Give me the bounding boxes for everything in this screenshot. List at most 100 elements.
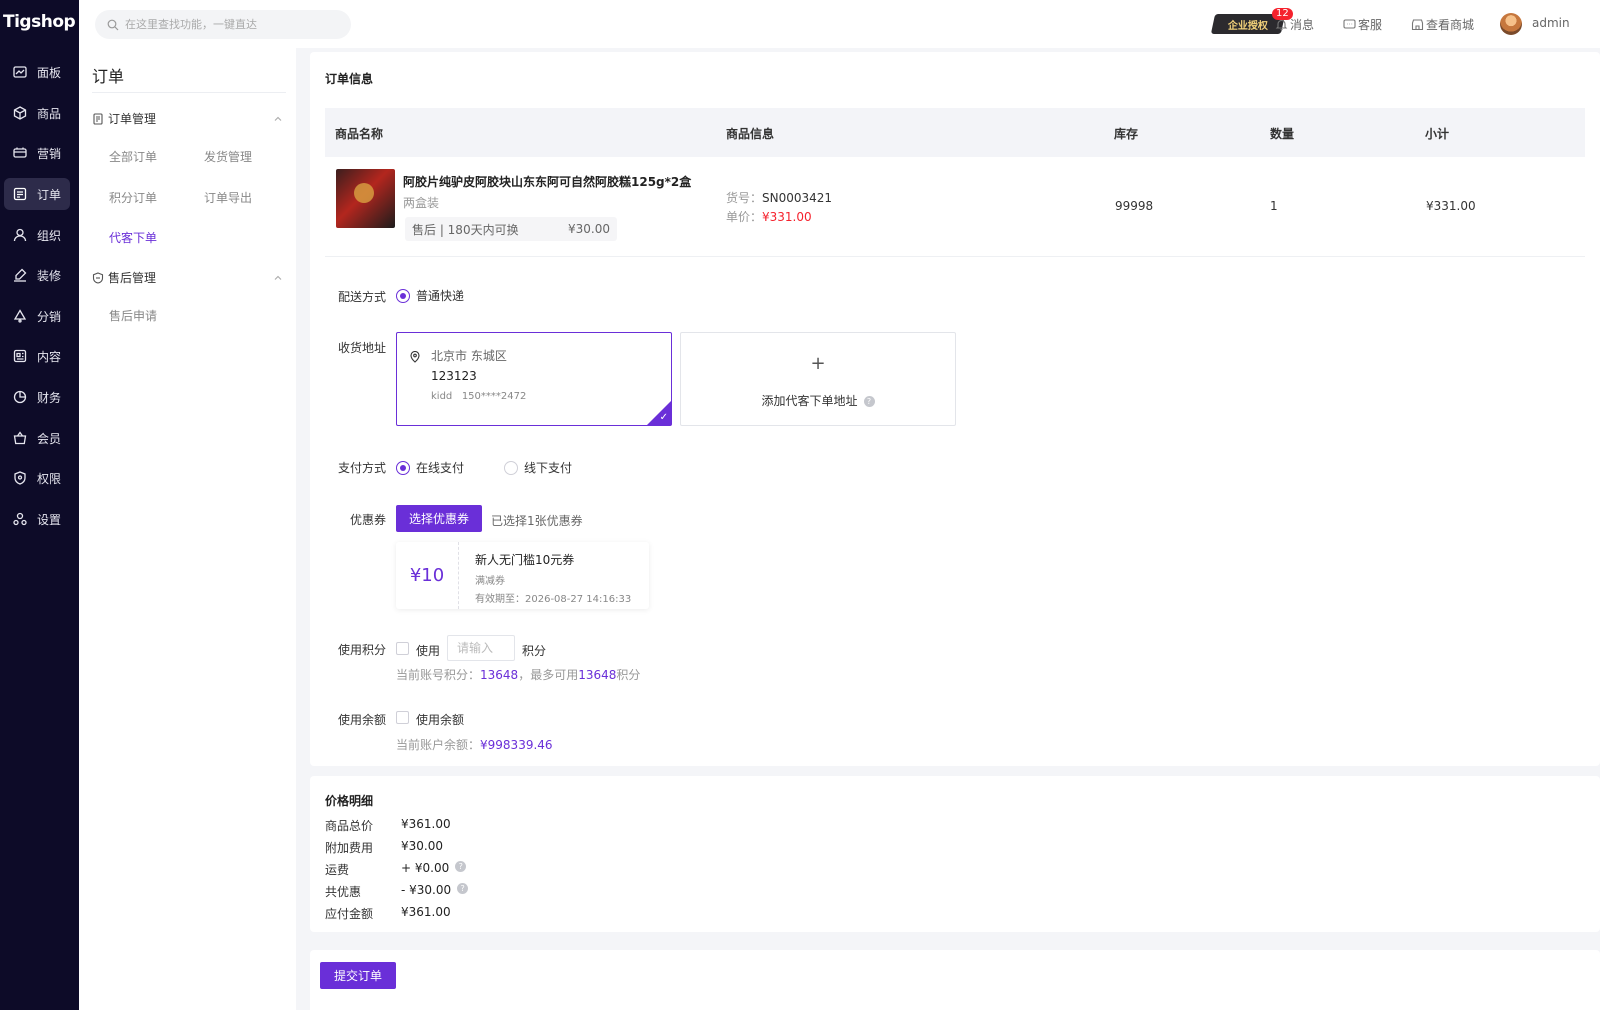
- balance-label: 使用余额: [337, 713, 386, 727]
- help-icon[interactable]: ?: [863, 396, 875, 407]
- nav-item-products[interactable]: 商品: [4, 97, 70, 129]
- product-qty: 1: [1270, 199, 1278, 213]
- add-address-card[interactable]: + 添加代客下单地址?: [680, 332, 956, 426]
- app-logo[interactable]: Tigshop: [3, 12, 76, 32]
- sub-link-all-orders[interactable]: 全部订单: [109, 148, 157, 165]
- user-icon: [13, 228, 27, 242]
- use-points-checkbox[interactable]: [396, 642, 409, 655]
- product-subtotal: ¥331.00: [1426, 199, 1476, 213]
- nav-item-distribution[interactable]: 分销: [4, 300, 70, 332]
- content-icon: [13, 349, 27, 363]
- chat-icon: [1343, 19, 1356, 29]
- price-row-discount: 共优惠 - ¥30.00?: [325, 883, 469, 900]
- top-header: 企业授权 消息 12 客服 查看商城 admin: [79, 0, 1600, 48]
- use-balance-checkbox[interactable]: [396, 711, 409, 724]
- group-after-sales[interactable]: 售后管理: [92, 269, 287, 286]
- username[interactable]: admin: [1532, 16, 1570, 30]
- nav-item-decoration[interactable]: 装修: [4, 259, 70, 291]
- product-name[interactable]: 阿胶片纯驴皮阿胶块山东东阿可自然阿胶糕125g*2盒: [403, 173, 691, 190]
- address-card-selected[interactable]: 北京市 东城区 123123 kidd 150****2472 ✓: [396, 332, 672, 426]
- main-sidebar: Tigshop 面板 商品 营销 订单 组织 装修 分销 内容 财务 会员 权限…: [0, 0, 79, 1010]
- brush-icon: [14, 268, 27, 282]
- divider: [92, 92, 286, 93]
- dashboard-icon: [13, 66, 27, 78]
- message-count-badge: 12: [1272, 8, 1293, 20]
- help-icon[interactable]: ?: [455, 861, 467, 872]
- distribution-icon: [13, 309, 27, 323]
- balance-hint: 当前账户余额：¥998339.46: [396, 738, 553, 752]
- nav-item-permissions[interactable]: 权限: [4, 462, 70, 494]
- group-order-management[interactable]: 订单管理: [92, 110, 287, 127]
- product-unit-price: 单价：¥331.00: [726, 210, 812, 224]
- store-icon: [1411, 19, 1424, 31]
- address-label: 收货地址: [337, 341, 386, 355]
- after-sale-tag: 售后 | 180天内可换 ¥30.00: [405, 217, 617, 241]
- finance-icon: [13, 390, 27, 404]
- points-label: 使用积分: [337, 643, 386, 657]
- marketing-icon: [13, 147, 27, 158]
- coupon-label: 优惠券: [349, 513, 386, 527]
- member-icon: [13, 431, 27, 445]
- coupon-amount: ¥10: [396, 542, 459, 609]
- shield-icon: [14, 471, 26, 485]
- use-balance-text: 使用余额: [416, 713, 465, 727]
- points-input[interactable]: [447, 635, 515, 661]
- nav-item-dashboard[interactable]: 面板: [4, 56, 70, 88]
- submit-order-button[interactable]: 提交订单: [320, 962, 396, 989]
- nav-item-settings[interactable]: 设置: [4, 503, 70, 535]
- sub-link-proxy-order[interactable]: 代客下单: [109, 229, 157, 246]
- column-header: 库存: [1114, 127, 1139, 141]
- location-icon: [410, 351, 420, 363]
- coupon-card[interactable]: ¥10 新人无门槛10元券 满减券 有效期至：2026-08-27 14:16:…: [396, 542, 649, 609]
- payment-offline-radio[interactable]: 线下支付: [504, 459, 572, 476]
- price-row-payable: 应付金额 ¥361.00: [325, 905, 451, 921]
- column-header: 商品信息: [726, 127, 775, 141]
- product-image[interactable]: [336, 169, 395, 228]
- view-store-link[interactable]: 查看商城: [1411, 16, 1474, 33]
- column-header: 小计: [1425, 127, 1450, 141]
- price-row-goods-total: 商品总价 ¥361.00: [325, 817, 451, 833]
- search-input[interactable]: [125, 18, 335, 31]
- price-title: 价格明细: [325, 794, 374, 808]
- nav-item-organization[interactable]: 组织: [4, 219, 70, 251]
- radio-dot: [396, 460, 410, 475]
- help-icon[interactable]: ?: [457, 883, 469, 894]
- price-row-extra-fee: 附加费用 ¥30.00: [325, 839, 443, 855]
- price-row-shipping: 运费 + ¥0.00?: [325, 861, 467, 878]
- select-coupon-button[interactable]: 选择优惠券: [396, 505, 482, 532]
- payment-online-radio[interactable]: 在线支付: [396, 459, 464, 476]
- sub-link-points-orders[interactable]: 积分订单: [109, 189, 157, 206]
- radio-dot: [396, 288, 410, 303]
- subnav-title: 订单: [92, 67, 125, 86]
- sub-link-order-export[interactable]: 订单导出: [204, 189, 252, 206]
- section-title: 订单信息: [325, 72, 374, 86]
- coupon-name: 新人无门槛10元券: [475, 553, 575, 567]
- order-icon: [13, 187, 27, 201]
- sub-link-after-sales-apply[interactable]: 售后申请: [109, 307, 157, 324]
- sub-link-shipping[interactable]: 发货管理: [204, 148, 252, 165]
- address-detail: 123123: [431, 369, 477, 383]
- shipping-express-radio[interactable]: 普通快递: [396, 287, 464, 304]
- price-detail-card: 价格明细 商品总价 ¥361.00 附加费用 ¥30.00 运费 + ¥0.00? 共…: [310, 776, 1600, 932]
- points-unit: 积分: [522, 644, 547, 658]
- after-sales-icon: [92, 271, 104, 284]
- coupon-expire: 有效期至：2026-08-27 14:16:33: [475, 594, 632, 605]
- nav-item-marketing[interactable]: 营销: [4, 137, 70, 169]
- nav-item-content[interactable]: 内容: [4, 340, 70, 372]
- shipping-label: 配送方式: [337, 290, 386, 304]
- customer-service-link[interactable]: 客服: [1343, 16, 1382, 33]
- add-address-label: 添加代客下单地址?: [681, 392, 955, 409]
- address-contact: kidd 150****2472: [431, 391, 527, 402]
- nav-item-members[interactable]: 会员: [4, 422, 70, 454]
- coupon-type: 满减券: [475, 576, 505, 587]
- chevron-up-icon: [274, 275, 282, 280]
- nav-item-orders[interactable]: 订单: [4, 178, 70, 210]
- payment-label: 支付方式: [337, 461, 386, 475]
- chevron-up-icon: [274, 116, 282, 121]
- nav-item-finance[interactable]: 财务: [4, 381, 70, 413]
- search-icon: [107, 19, 119, 30]
- product-sku: 货号：SN0003421: [726, 191, 833, 205]
- global-search[interactable]: [95, 10, 351, 39]
- product-spec: 两盒装: [403, 196, 440, 210]
- avatar[interactable]: [1500, 13, 1522, 35]
